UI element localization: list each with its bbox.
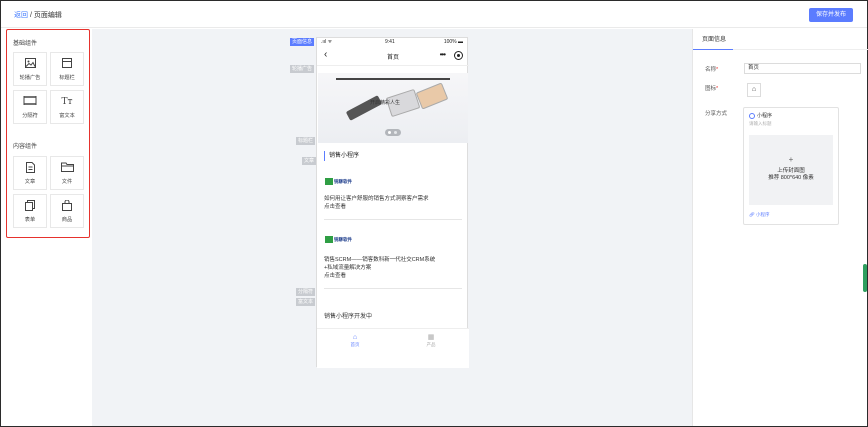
article-separator — [324, 219, 462, 220]
component-label: 商品 — [61, 217, 73, 223]
component-file[interactable]: 文件 — [50, 156, 84, 190]
share-option-radio[interactable]: 小程序 — [749, 112, 772, 119]
bag-icon — [51, 199, 83, 212]
article-icon — [14, 162, 46, 174]
share-footer-link[interactable]: 🔗︎ 小程序 — [749, 212, 769, 218]
tag-divider[interactable]: 分隔符 — [296, 288, 316, 296]
content-components-title: 内容组件 — [13, 144, 38, 150]
component-divider[interactable]: 分隔符 — [13, 90, 47, 124]
carousel-banner[interactable]: 开启精彩人生 — [318, 73, 468, 143]
component-label: 表单 — [24, 217, 36, 223]
tag-carousel[interactable]: 轮播广告 — [290, 65, 315, 73]
carousel-indicator[interactable] — [385, 129, 401, 136]
section-title: 销售小程序 — [324, 151, 359, 161]
form-icon — [14, 200, 46, 212]
properties-panel: 页面信息 名称* 首页 图标* ⌂ 分享方式 小程序 请输入标题 + 上传封面图… — [692, 29, 868, 426]
article-logo: 锐聊软件 — [325, 178, 355, 185]
article-link[interactable]: 点击查看 — [324, 204, 462, 211]
tag-page-info[interactable]: 页面信息 — [290, 38, 315, 46]
article-title[interactable]: 如何用让客户舒服的销售方式洞察客户需求 — [324, 196, 462, 203]
phone-status-bar: .ııl ᯤ 9:41 100% ▬ — [317, 38, 469, 46]
image-icon — [14, 58, 46, 70]
status-time: 9:41 — [385, 39, 395, 45]
basic-components-title: 基础组件 — [13, 41, 38, 47]
tab-home[interactable]: ⌂ 首页 — [340, 333, 370, 348]
article-separator — [324, 288, 462, 289]
article-subtitle[interactable]: +私域流量解决方案 — [324, 265, 462, 272]
phone-page-title: 首页 — [386, 55, 399, 61]
richtext-content: 销售小程序开发中 — [324, 314, 373, 320]
battery-icon: 100% ▬ — [443, 39, 463, 45]
divider-icon — [14, 96, 46, 108]
phone-tabbar: ⌂ 首页 ▦ 产品 — [317, 328, 469, 368]
more-icon[interactable]: ••• — [440, 50, 446, 59]
upload-hint: 推荐 800*640 像素 — [768, 175, 814, 181]
component-form[interactable]: 表单 — [13, 194, 47, 228]
component-richtext[interactable]: Tт 富文本 — [50, 90, 84, 124]
component-article[interactable]: 文章 — [13, 156, 47, 190]
share-title-placeholder[interactable]: 请输入标题 — [749, 121, 772, 127]
phone-navbar: ‹ 首页 ••• — [317, 46, 469, 66]
home-icon-picker[interactable]: ⌂ — [747, 83, 761, 97]
component-panel: 基础组件 轮播广告 标题栏 分隔符 Tт 富文本 内容组件 文章 文件 表单 商… — [1, 29, 92, 426]
component-label: 分隔符 — [22, 113, 38, 119]
component-carousel[interactable]: 轮播广告 — [13, 52, 47, 86]
name-input[interactable]: 首页 — [744, 63, 861, 74]
component-highlight-box: 基础组件 轮播广告 标题栏 分隔符 Tт 富文本 内容组件 文章 文件 表单 商… — [6, 29, 90, 238]
signal-icon: .ııl ᯤ — [321, 39, 333, 45]
radio-icon — [749, 112, 755, 119]
breadcrumb: 返回 / 页面编辑 — [14, 10, 62, 20]
breadcrumb-separator: / — [29, 12, 32, 19]
scrollbar-thumb[interactable] — [863, 264, 867, 292]
share-settings-card: 小程序 请输入标题 + 上传封面图 推荐 800*640 像素 🔗︎ 小程序 — [743, 107, 839, 225]
editor-canvas: 页面信息 轮播广告 标题栏 文章 分隔符 富文本 .ııl ᯤ 9:41 100… — [92, 29, 692, 426]
link-icon: 🔗︎ — [749, 212, 755, 217]
top-bar: 返回 / 页面编辑 保存并发布 — [1, 1, 867, 28]
panel-title: 页面信息 — [702, 37, 727, 43]
component-label: 轮播广告 — [19, 75, 41, 81]
panel-tab-underline — [693, 49, 868, 50]
page-title: 页面编辑 — [33, 12, 62, 19]
tag-titlebar[interactable]: 标题栏 — [296, 137, 316, 145]
plus-icon: + — [788, 155, 794, 164]
component-label: 文件 — [61, 179, 73, 185]
tag-richtext[interactable]: 富文本 — [296, 298, 316, 306]
component-label: 文章 — [24, 179, 36, 185]
phone-preview: .ııl ᯤ 9:41 100% ▬ ‹ 首页 ••• 开启精彩人生 销售小程序… — [316, 37, 469, 368]
save-publish-button[interactable]: 保存并发布 — [809, 8, 853, 22]
component-label: 标题栏 — [59, 75, 75, 81]
tab-product[interactable]: ▦ 产品 — [416, 333, 446, 348]
banner-device-tablet-gold — [415, 82, 449, 110]
folder-icon — [51, 162, 83, 174]
tab-label: 产品 — [426, 342, 436, 347]
cover-upload-area[interactable]: + 上传封面图 推荐 800*640 像素 — [749, 135, 833, 205]
article-logo: 锐聊软件 — [325, 236, 355, 243]
tab-label: 首页 — [350, 342, 360, 347]
component-titlebar[interactable]: 标题栏 — [50, 52, 84, 86]
article-title[interactable]: 销售SCRM——销客数科新一代社交CRM系统 — [324, 257, 462, 264]
banner-tagline: 开启精彩人生 — [370, 100, 401, 106]
component-product[interactable]: 商品 — [50, 194, 84, 228]
icon-label: 图标* — [705, 86, 719, 92]
titlebar-icon — [51, 58, 83, 70]
banner-strip — [336, 78, 450, 80]
richtext-icon: Tт — [61, 97, 73, 107]
tag-article[interactable]: 文章 — [302, 157, 317, 165]
home-icon: ⌂ — [352, 334, 358, 341]
back-link[interactable]: 返回 — [14, 12, 28, 19]
article-link[interactable]: 点击查看 — [324, 273, 462, 280]
share-label: 分享方式 — [705, 111, 728, 117]
grid-icon: ▦ — [427, 334, 435, 341]
name-label: 名称* — [705, 67, 719, 73]
component-label: 富文本 — [59, 113, 75, 119]
capsule-close-icon[interactable] — [454, 51, 463, 60]
